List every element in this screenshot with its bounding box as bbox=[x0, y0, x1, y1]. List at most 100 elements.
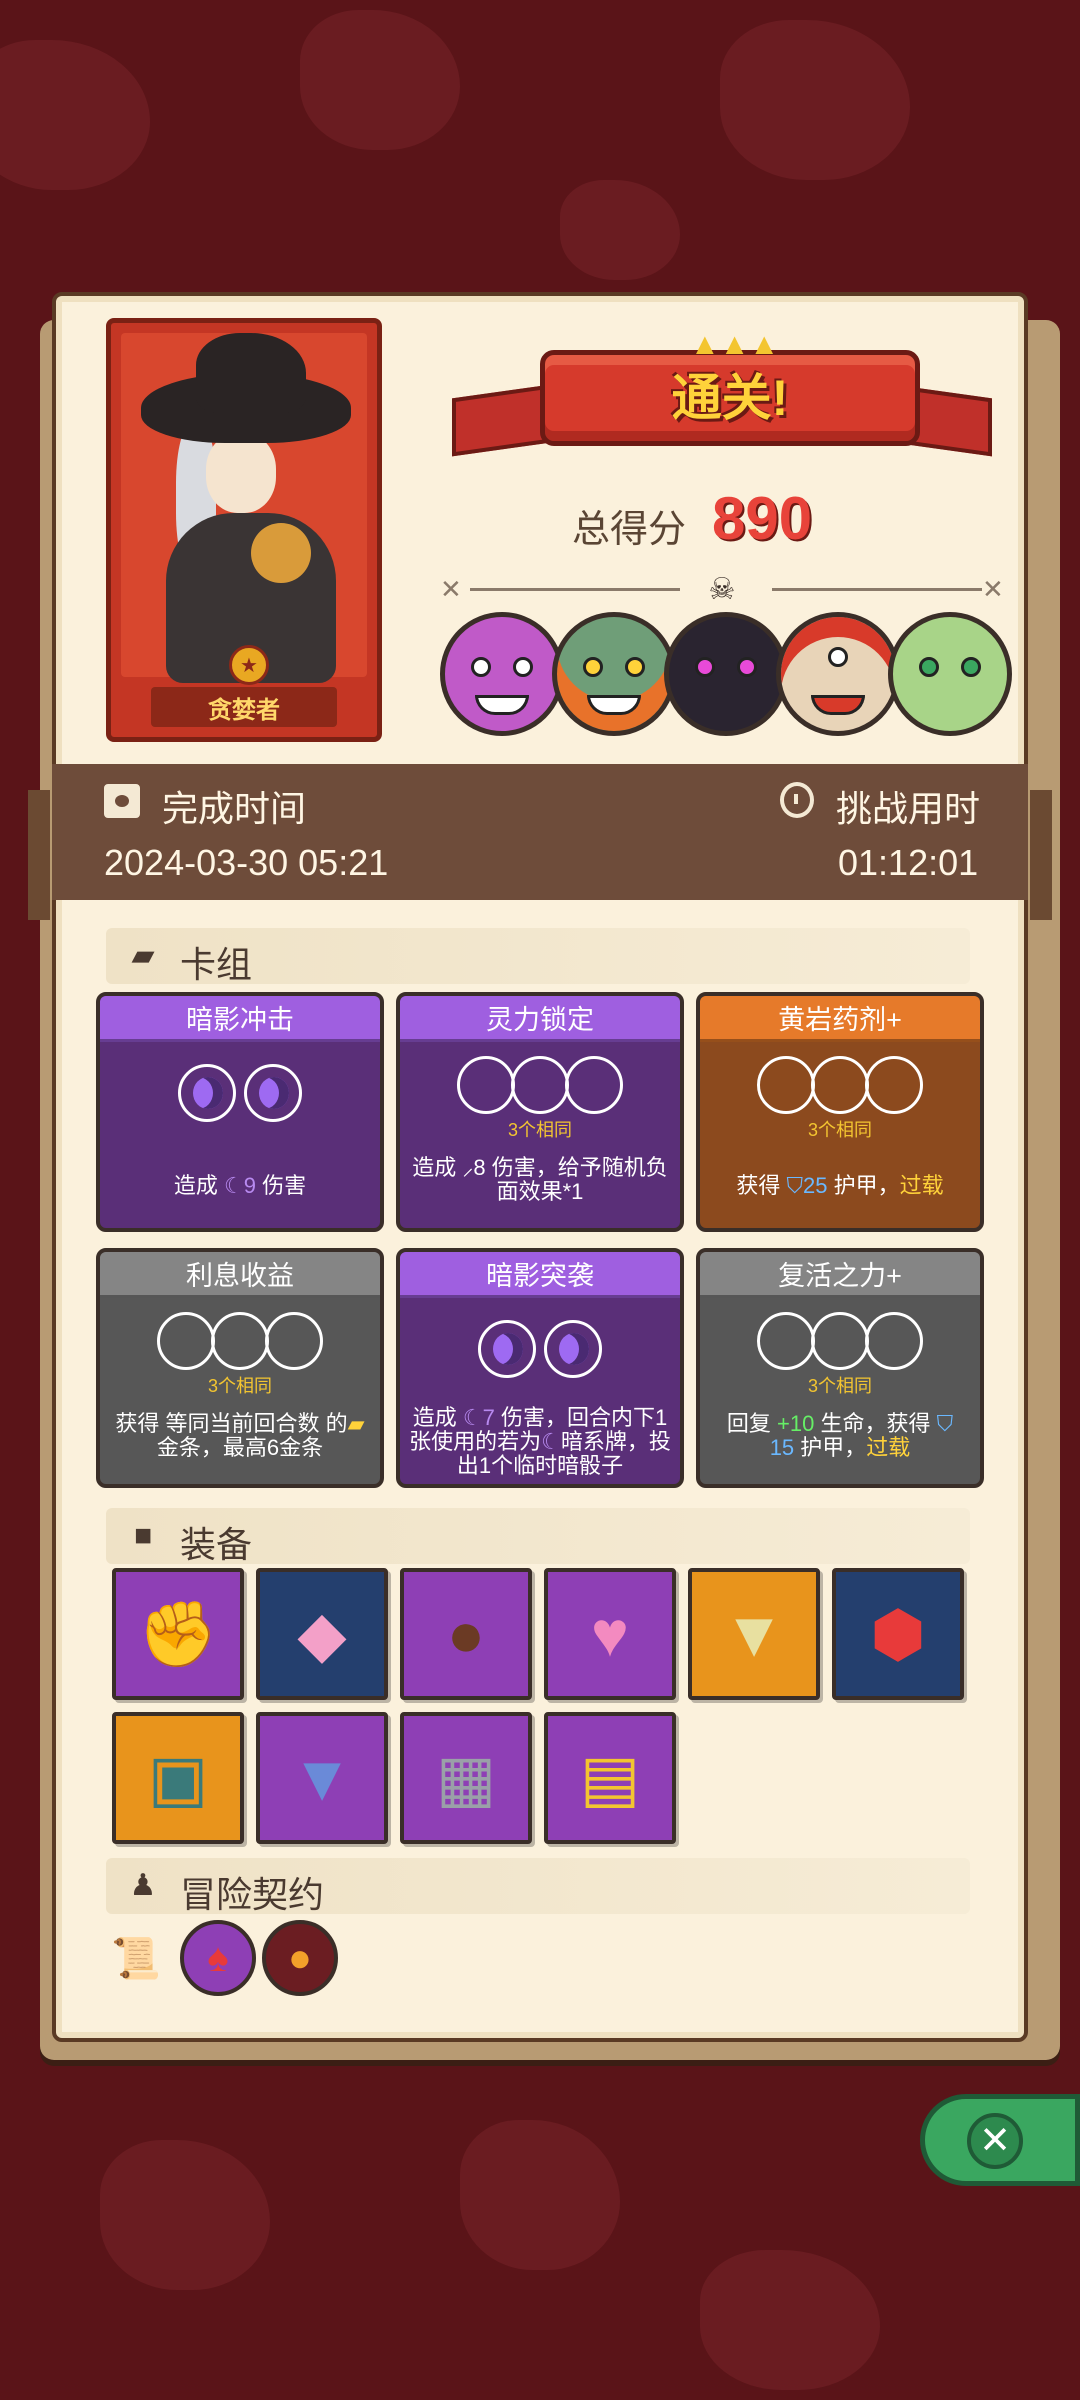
spiked-helmet-icon[interactable]: ▣ bbox=[112, 1712, 244, 1844]
deck-card[interactable]: 灵力锁定 3个相同 造成 ⸝8 伤害，给予随机负面效果*1 bbox=[396, 992, 684, 1232]
card-name: 复活之力+ bbox=[700, 1252, 980, 1298]
portrait-background bbox=[121, 333, 367, 683]
card-dice bbox=[100, 1312, 380, 1370]
card-description: 回复 +10 生命，获得 ⛉ 15 护甲，过载 bbox=[726, 1411, 954, 1460]
divider-line bbox=[470, 588, 680, 591]
boss-fire-mask-icon bbox=[776, 612, 900, 736]
card-description: 造成 ⸝8 伤害，给予随机负面效果*1 bbox=[412, 1155, 668, 1204]
deck-section-header: ▰ 卡组 bbox=[106, 928, 970, 985]
character-name: 贪婪者 bbox=[151, 687, 337, 727]
moon-die-icon bbox=[178, 1064, 236, 1122]
d20-die-icon[interactable]: ◆ bbox=[256, 1568, 388, 1700]
card-description: 获得 等同当前回合数 的▰ 金条，最高6金条 bbox=[115, 1411, 365, 1460]
button-icon[interactable]: ● bbox=[400, 1568, 532, 1700]
book-side-tab bbox=[28, 790, 50, 920]
card-name: 暗影冲击 bbox=[100, 996, 380, 1042]
empty-die-icon bbox=[265, 1312, 323, 1370]
card-dice bbox=[100, 1064, 380, 1122]
finish-time-label: 完成时间 bbox=[162, 788, 307, 829]
character-face bbox=[206, 433, 276, 513]
flame-gauntlet-icon[interactable]: ✊ bbox=[112, 1568, 244, 1700]
empty-die-icon bbox=[865, 1056, 923, 1114]
divider-line bbox=[772, 588, 982, 591]
deck-card[interactable]: 黄岩药剂+ 3个相同 获得 ⛉25 护甲，过载 bbox=[696, 992, 984, 1232]
empty-die-icon bbox=[211, 1312, 269, 1370]
metal-cube-icon[interactable]: ▦ bbox=[400, 1712, 532, 1844]
red-gem-icon[interactable]: ⬢ bbox=[832, 1568, 964, 1700]
empty-die-icon bbox=[757, 1312, 815, 1370]
background-shape bbox=[100, 2140, 270, 2290]
box-icon: ■ bbox=[133, 1519, 153, 1552]
card-dice bbox=[700, 1056, 980, 1114]
blue-tunic-icon[interactable]: ▼ bbox=[256, 1712, 388, 1844]
equipment-title: 装备 bbox=[180, 1524, 253, 1565]
deck-card[interactable]: 暗影冲击 造成 ☾9 伤害 bbox=[96, 992, 384, 1232]
empty-die-icon bbox=[157, 1312, 215, 1370]
clear-banner-text: 通关! bbox=[671, 370, 789, 426]
score-label: 总得分 bbox=[572, 509, 687, 551]
cards-icon: ▰ bbox=[131, 939, 155, 972]
empty-die-icon bbox=[565, 1056, 623, 1114]
card-name: 黄岩药剂+ bbox=[700, 996, 980, 1042]
deck-card[interactable]: 暗影突袭 造成 ☾7 伤害，回合内下1张使用的若为☾暗系牌，投出1个临时暗骰子 bbox=[396, 1248, 684, 1488]
boss-purple-demon-icon bbox=[440, 612, 564, 736]
empty-die-icon bbox=[457, 1056, 515, 1114]
equipment-section-header: ■ 装备 bbox=[106, 1508, 970, 1565]
moon-icon: ☾ bbox=[224, 1173, 244, 1198]
golden-chalice-icon[interactable]: ▼ bbox=[688, 1568, 820, 1700]
person-icon: ♟ bbox=[129, 1869, 157, 1902]
card-dice bbox=[400, 1056, 680, 1114]
moon-icon: ☾ bbox=[462, 1405, 483, 1430]
background-shape bbox=[700, 2250, 880, 2390]
sword-icon: ⸝ bbox=[462, 1155, 474, 1180]
demon-contract-icon[interactable]: ♠ bbox=[180, 1920, 256, 1996]
challenge-time-value: 01:12:01 bbox=[838, 842, 979, 883]
boss-shadow-knight-icon bbox=[664, 612, 788, 736]
card-condition: 3个相同 bbox=[807, 1376, 872, 1396]
food-contract-icon[interactable]: ● bbox=[262, 1920, 338, 1996]
card-condition: 3个相同 bbox=[207, 1376, 272, 1396]
empty-die-icon bbox=[811, 1056, 869, 1114]
card-name: 暗影突袭 bbox=[400, 1252, 680, 1298]
finish-time-value: 2024-03-30 05:21 bbox=[104, 842, 389, 883]
skull-icon: ☠ bbox=[708, 573, 736, 606]
card-description: 造成 ☾7 伤害，回合内下1张使用的若为☾暗系牌，投出1个临时暗骰子 bbox=[409, 1405, 671, 1478]
contract-section-header: ♟ 冒险契约 bbox=[106, 1858, 970, 1915]
empty-die-icon bbox=[757, 1056, 815, 1114]
crossed-swords-icon: ✕ bbox=[982, 574, 1004, 604]
deck-card[interactable]: 利息收益 3个相同 获得 等同当前回合数 的▰ 金条，最高6金条 bbox=[96, 1248, 384, 1488]
empty-die-icon bbox=[511, 1056, 569, 1114]
score-value: 890 bbox=[712, 485, 813, 552]
defeated-bosses bbox=[440, 612, 1012, 742]
background-shape bbox=[460, 2120, 620, 2270]
treasure-chest-icon[interactable]: ▤ bbox=[544, 1712, 676, 1844]
book-side-tab bbox=[1030, 790, 1052, 920]
boss-forest-elf-icon bbox=[888, 612, 1012, 736]
card-name: 利息收益 bbox=[100, 1252, 380, 1298]
background-shape bbox=[0, 40, 150, 190]
shield-icon: ⛉ bbox=[786, 1173, 803, 1198]
moon-icon: ☾ bbox=[541, 1429, 561, 1454]
crossed-swords-icon: ✕ bbox=[440, 574, 462, 604]
deck-card[interactable]: 复活之力+ 3个相同 回复 +10 生命，获得 ⛉ 15 护甲，过载 bbox=[696, 1248, 984, 1488]
challenge-time-label: 挑战用时 bbox=[836, 788, 981, 829]
deck-title: 卡组 bbox=[180, 944, 253, 985]
heart-amulet-icon[interactable]: ♥ bbox=[544, 1568, 676, 1700]
card-condition: 3个相同 bbox=[807, 1120, 872, 1140]
card-dice bbox=[700, 1312, 980, 1370]
gold-bar-icon: ▰ bbox=[347, 1411, 365, 1436]
boss-green-orc-icon bbox=[552, 612, 676, 736]
contract-title: 冒险契约 bbox=[180, 1874, 325, 1915]
gold-bag-icon bbox=[251, 523, 311, 583]
empty-die-icon bbox=[811, 1312, 869, 1370]
shield-icon: ⛉ bbox=[936, 1411, 954, 1436]
moon-die-icon bbox=[244, 1064, 302, 1122]
close-button[interactable]: ✕ bbox=[920, 2094, 1080, 2186]
calendar-icon bbox=[104, 784, 140, 818]
empty-die-icon bbox=[865, 1312, 923, 1370]
close-icon: ✕ bbox=[967, 2113, 1023, 2169]
card-dice bbox=[400, 1320, 680, 1378]
scroll-icon[interactable]: 📜 bbox=[98, 1920, 174, 1996]
card-name: 灵力锁定 bbox=[400, 996, 680, 1042]
character-portrait: ★ 贪婪者 bbox=[106, 318, 382, 742]
